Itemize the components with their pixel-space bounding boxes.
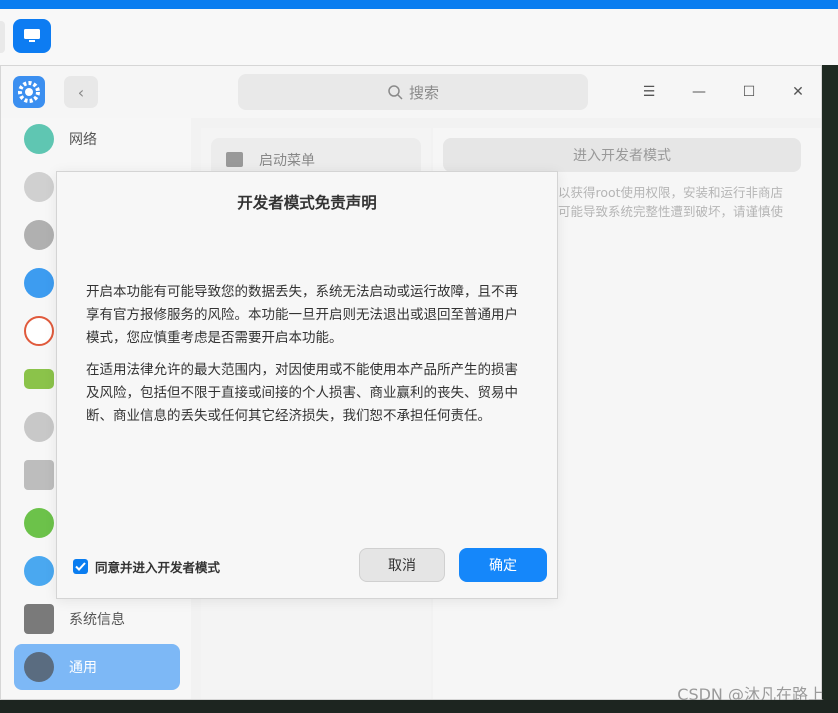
sidebar-item-label: 通用 <box>69 660 97 676</box>
maximize-button[interactable]: ☐ <box>738 81 760 103</box>
sound-speaker-icon <box>24 220 54 250</box>
clock-icon <box>24 316 54 346</box>
network-icon <box>24 124 54 154</box>
keyboard-icon <box>24 460 54 490</box>
sidebar-item-label: 系统信息 <box>69 612 125 628</box>
general-gear-icon <box>24 652 54 682</box>
list-icon <box>226 152 243 167</box>
taskbar <box>0 9 838 65</box>
sidebar-item-general[interactable]: 通用 <box>14 644 180 690</box>
system-info-icon <box>24 604 54 634</box>
settings-app-icon <box>13 76 45 108</box>
back-button[interactable]: ‹ <box>64 76 98 108</box>
maximize-icon: ☐ <box>742 84 756 100</box>
dialog-body: 开启本功能有可能导致您的数据丢失，系统无法启动或运行故障，且不再享有官方报修服务… <box>86 281 526 437</box>
close-icon: ✕ <box>792 84 804 100</box>
description-line: 以获得root使用权限，安装和运行非商店 <box>558 185 784 200</box>
chevron-left-icon: ‹ <box>77 82 85 102</box>
power-battery-icon <box>24 369 54 389</box>
sidebar-item-label: 网络 <box>69 132 97 148</box>
close-button[interactable]: ✕ <box>787 81 809 103</box>
developer-mode-description: 以获得root使用权限，安装和运行非商店 可能导致系统完整性遭到破坏，请谨慎使 <box>558 183 808 221</box>
confirm-button[interactable]: 确定 <box>459 548 547 582</box>
boot-menu-label: 启动菜单 <box>259 153 315 169</box>
monitor-icon <box>24 29 40 42</box>
menu-button[interactable]: ☰ <box>638 81 660 103</box>
bluetooth-icon <box>24 268 54 298</box>
top-accent-bar <box>0 0 838 9</box>
personalization-icon <box>24 556 54 586</box>
enter-developer-mode-button[interactable]: 进入开发者模式 <box>443 138 801 172</box>
minimize-button[interactable]: — <box>688 81 710 103</box>
minimize-icon: — <box>692 84 706 100</box>
cancel-button[interactable]: 取消 <box>359 548 445 582</box>
disclaimer-dialog: 开发者模式免责声明 开启本功能有可能导致您的数据丢失，系统无法启动或运行故障，且… <box>56 171 558 599</box>
search-input[interactable]: 搜索 <box>238 74 588 110</box>
sidebar-item-system-info[interactable]: 系统信息 <box>14 596 180 642</box>
taskbar-edge <box>0 21 5 53</box>
bottom-strip <box>0 700 838 713</box>
checkmark-icon <box>73 559 88 574</box>
description-line: 可能导致系统完整性遭到破坏，请谨慎使 <box>558 204 784 219</box>
mouse-icon <box>24 412 54 442</box>
notification-bell-icon <box>24 172 54 202</box>
search-icon <box>388 85 403 100</box>
menu-icon: ☰ <box>642 84 656 100</box>
disclaimer-paragraph: 在适用法律允许的最大范围内，对因使用或不能使用本产品所产生的损害及风险，包括但不… <box>86 362 518 424</box>
agree-checkbox[interactable]: 同意并进入开发者模式 <box>73 557 220 576</box>
search-placeholder: 搜索 <box>408 83 439 102</box>
dialog-title: 开发者模式免责声明 <box>237 194 377 212</box>
titlebar: ‹ 搜索 ☰ — ☐ ✕ <box>1 66 821 118</box>
sidebar-item-network[interactable]: 网络 <box>14 116 180 162</box>
taskbar-desktop-button[interactable] <box>13 19 51 53</box>
agree-label: 同意并进入开发者模式 <box>95 560 221 575</box>
update-icon <box>24 508 54 538</box>
disclaimer-paragraph: 开启本功能有可能导致您的数据丢失，系统无法启动或运行故障，且不再享有官方报修服务… <box>86 284 518 346</box>
